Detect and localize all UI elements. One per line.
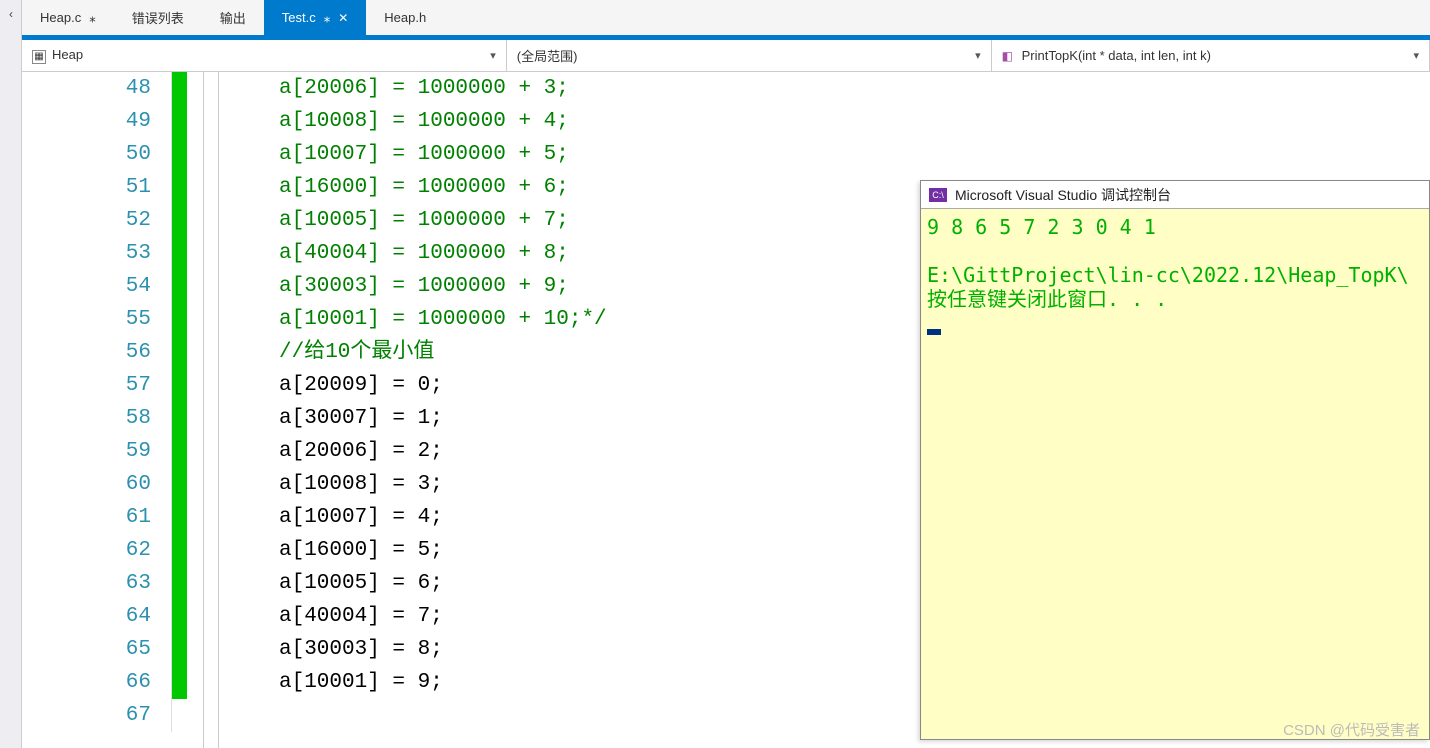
line-number: 59	[22, 435, 171, 468]
chevron-down-icon: ▾	[490, 49, 496, 62]
method-icon: ◧	[1002, 49, 1016, 63]
console-icon: C:\	[929, 188, 947, 202]
function-signature: PrintTopK(int * data, int len, int k)	[1022, 48, 1211, 63]
tab-label: Heap.c	[40, 10, 81, 25]
scope-dropdown[interactable]: ▦ Heap ▾	[22, 40, 507, 71]
tab-label: 输出	[220, 8, 246, 27]
tab--[interactable]: 错误列表	[114, 0, 202, 35]
line-number: 67	[22, 699, 171, 732]
tab--[interactable]: 输出	[202, 0, 264, 35]
line-number: 64	[22, 600, 171, 633]
line-number: 62	[22, 534, 171, 567]
vertical-tool-margin: ‹	[0, 0, 22, 748]
scope-name: Heap	[52, 47, 83, 62]
range-label: (全局范围)	[517, 46, 578, 65]
line-number: 66	[22, 666, 171, 699]
line-number: 65	[22, 633, 171, 666]
tab-label: Test.c	[282, 10, 316, 25]
tab-test-c[interactable]: Test.c ⁎ ✕	[264, 0, 367, 35]
tab-heap-c[interactable]: Heap.c ⁎	[22, 0, 114, 35]
code-line[interactable]: a[10008] = 1000000 + 4;	[219, 105, 1430, 138]
console-cursor	[927, 329, 941, 335]
pin-icon[interactable]: ⁎	[324, 10, 331, 26]
document-tabbar: Heap.c ⁎ 错误列表 输出 Test.c ⁎ ✕ Heap.h	[22, 0, 1430, 40]
outline-fold-bar[interactable]	[187, 72, 219, 748]
pin-icon[interactable]: ⁎	[89, 10, 96, 26]
tab-heap-h[interactable]: Heap.h	[366, 0, 444, 35]
console-output: 9 8 6 5 7 2 3 0 4 1 E:\GittProject\lin-c…	[921, 209, 1429, 341]
class-icon: ▦	[32, 50, 46, 64]
line-number: 50	[22, 138, 171, 171]
change-marker-bar	[172, 72, 187, 699]
line-number: 58	[22, 402, 171, 435]
line-number: 48	[22, 72, 171, 105]
line-number: 60	[22, 468, 171, 501]
close-icon[interactable]: ✕	[338, 11, 348, 25]
watermark-text: CSDN @代码受害者	[1283, 719, 1420, 740]
line-number: 54	[22, 270, 171, 303]
chevron-down-icon: ▾	[1413, 49, 1419, 62]
console-titlebar[interactable]: C:\ Microsoft Visual Studio 调试控制台	[921, 181, 1429, 209]
line-number: 56	[22, 336, 171, 369]
line-number: 61	[22, 501, 171, 534]
line-number: 57	[22, 369, 171, 402]
line-number: 55	[22, 303, 171, 336]
code-line[interactable]: a[10007] = 1000000 + 5;	[219, 138, 1430, 171]
range-dropdown[interactable]: (全局范围) ▾	[507, 40, 992, 71]
tab-label: 错误列表	[132, 8, 184, 27]
line-number: 63	[22, 567, 171, 600]
line-number: 51	[22, 171, 171, 204]
chevron-down-icon: ▾	[975, 49, 981, 62]
line-number: 52	[22, 204, 171, 237]
debug-console-window[interactable]: C:\ Microsoft Visual Studio 调试控制台 9 8 6 …	[920, 180, 1430, 740]
function-dropdown[interactable]: ◧ PrintTopK(int * data, int len, int k) ▾	[992, 40, 1430, 71]
console-title: Microsoft Visual Studio 调试控制台	[955, 185, 1171, 205]
code-line[interactable]: a[20006] = 1000000 + 3;	[219, 72, 1430, 105]
vertical-toggle-icon[interactable]: ‹	[0, 0, 22, 28]
tab-label: Heap.h	[384, 10, 426, 25]
line-number: 53	[22, 237, 171, 270]
line-number-gutter: 4849505152535455565758596061626364656667	[22, 72, 172, 732]
navigation-breadcrumb: ▦ Heap ▾ (全局范围) ▾ ◧ PrintTopK(int * data, …	[22, 40, 1430, 72]
line-number: 49	[22, 105, 171, 138]
